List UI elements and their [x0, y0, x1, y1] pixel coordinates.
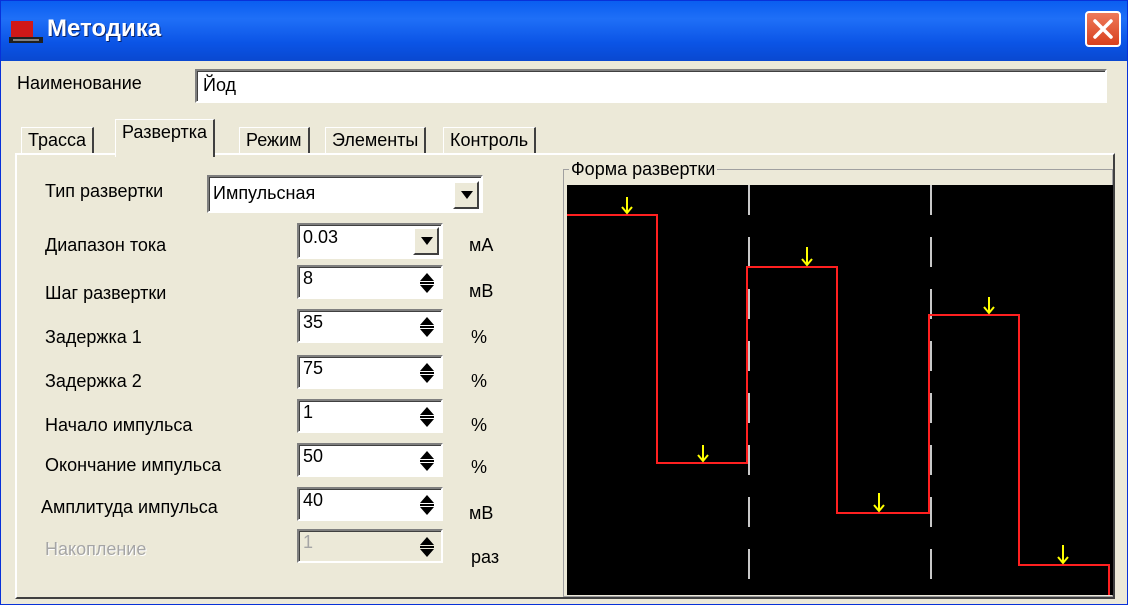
tab-rezhim[interactable]: Режим [239, 127, 310, 155]
delay1-unit: % [471, 327, 488, 347]
pulse-start-value: 1 [303, 402, 314, 422]
tab-kontrol[interactable]: Контроль [443, 127, 537, 155]
close-button[interactable] [1085, 11, 1121, 47]
chevron-down-icon [421, 237, 433, 245]
delay1-spinbox[interactable]: 35 [297, 309, 443, 343]
window-title: Методика [47, 15, 162, 42]
sample-marker-icon [983, 297, 995, 315]
sample-marker-icon [873, 493, 885, 513]
name-input[interactable]: Йод [195, 69, 1107, 103]
pulse-end-unit: % [471, 457, 488, 477]
pulse-end-value: 50 [303, 446, 324, 466]
pulse-amplitude-unit: мВ [469, 503, 494, 523]
spin-arrows-icon[interactable] [415, 358, 439, 388]
spin-arrows-icon[interactable] [415, 402, 439, 432]
sweep-type-dropdown-button[interactable] [453, 181, 479, 209]
spin-arrows-icon[interactable] [415, 446, 439, 476]
delay1-value: 35 [303, 312, 324, 332]
accumulation-value: 1 [303, 532, 314, 552]
current-range-value: 0.03 [303, 227, 339, 247]
delay2-spinbox[interactable]: 75 [297, 355, 443, 389]
spin-arrows-icon[interactable] [415, 268, 439, 298]
sweep-type-label: Тип развертки [45, 181, 164, 201]
app-icon [9, 21, 43, 43]
delay2-unit: % [471, 371, 488, 391]
waveform-plot [567, 185, 1113, 595]
accumulation-label: Накопление [45, 539, 147, 559]
chevron-down-icon [461, 191, 473, 199]
pulse-start-unit: % [471, 415, 488, 435]
name-label: Наименование [17, 73, 142, 93]
tab-elementy[interactable]: Элементы [325, 127, 427, 155]
pulse-end-spinbox[interactable]: 50 [297, 443, 443, 477]
pulse-end-label: Окончание импульса [45, 455, 222, 475]
waveform-trace [567, 214, 1110, 595]
waveform-svg [567, 185, 1110, 595]
accumulation-unit: раз [471, 547, 500, 567]
sample-marker-icon [621, 197, 633, 215]
current-range-dropdown-button[interactable] [413, 227, 439, 255]
sweep-step-label: Шаг развертки [45, 283, 167, 303]
pulse-start-spinbox[interactable]: 1 [297, 399, 443, 433]
sample-marker-icon [801, 247, 813, 267]
sweep-step-spinbox[interactable]: 8 [297, 265, 443, 299]
delay2-label: Задержка 2 [45, 371, 142, 391]
tab-trassa[interactable]: Трасса [21, 127, 95, 155]
spin-arrows-icon[interactable] [415, 490, 439, 520]
sample-marker-icon [697, 445, 709, 463]
sample-marker-icon [1057, 545, 1069, 565]
sweep-type-select[interactable]: Импульсная [207, 175, 483, 213]
method-window: Методика Наименование Йод Трасса Разверт… [0, 0, 1128, 605]
current-range-select[interactable]: 0.03 [297, 223, 443, 259]
delay2-value: 75 [303, 358, 324, 378]
pulse-start-label: Начало импульса [45, 415, 193, 435]
sweep-step-value: 8 [303, 268, 314, 288]
spin-arrows-icon[interactable] [415, 532, 439, 562]
waveform-group-title: Форма развертки [569, 159, 718, 180]
sweep-type-value: Импульсная [213, 183, 316, 203]
pulse-amplitude-label: Амплитуда импульса [41, 497, 218, 517]
pulse-amplitude-value: 40 [303, 490, 324, 510]
delay1-label: Задержка 1 [45, 327, 142, 347]
tab-razvertka[interactable]: Развертка [115, 119, 215, 157]
current-range-label: Диапазон тока [45, 235, 167, 255]
spin-arrows-icon[interactable] [415, 312, 439, 342]
close-icon [1093, 19, 1113, 39]
sweep-step-unit: мВ [469, 281, 494, 301]
pulse-amplitude-spinbox[interactable]: 40 [297, 487, 443, 521]
current-range-unit: мА [469, 235, 494, 255]
title-bar[interactable]: Методика [1, 1, 1127, 61]
accumulation-spinbox[interactable]: 1 [297, 529, 443, 563]
